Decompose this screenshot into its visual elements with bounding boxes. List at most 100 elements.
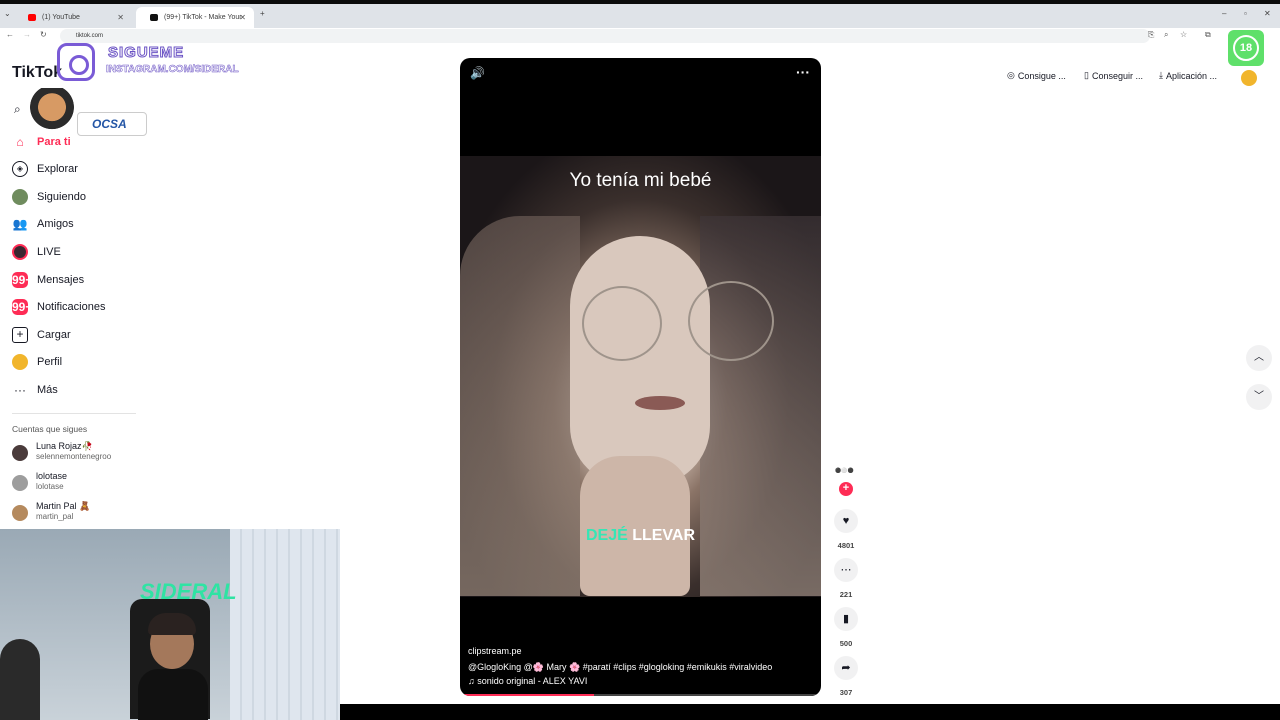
window-blinds: [230, 529, 340, 720]
extensions-icon[interactable]: ⧉: [1205, 30, 1211, 40]
heart-icon[interactable]: ♥: [834, 509, 858, 533]
like-count: 4801: [837, 541, 855, 550]
share-icon[interactable]: ➦: [834, 656, 858, 680]
age-18-badge: 18: [1228, 30, 1264, 66]
account-name: lolotase: [36, 471, 68, 481]
video-caption-top: Yo tenía mi bebé: [569, 170, 712, 191]
tab-youtube[interactable]: (1) YouTube ✕: [14, 7, 132, 28]
sidebar-item-label: Explorar: [37, 163, 78, 175]
forward-icon[interactable]: →: [23, 30, 31, 39]
account-handle: lolotase: [36, 482, 64, 491]
download-icon: ⤓: [1159, 70, 1163, 80]
follow-plus-button[interactable]: +: [839, 482, 853, 496]
tab-search-icon[interactable]: ⌄: [4, 9, 11, 18]
sidebar-item-amigos[interactable]: 👥 Amigos: [12, 213, 142, 235]
sidebar-item-siguiendo[interactable]: Siguiendo: [12, 186, 142, 208]
address-bar-row: ← → ↻ tiktok.com ⎘ ⌕ ☆ ⧉: [0, 28, 1280, 44]
next-video-button[interactable]: ﹀: [1246, 384, 1272, 410]
video-description[interactable]: @GlogloKing @🌸 Mary 🌸 #paratí #clips #gl…: [468, 662, 772, 673]
sidebar-item-explorar[interactable]: ◈ Explorar: [12, 158, 142, 180]
new-tab-button[interactable]: +: [260, 9, 265, 18]
sidebar-item-label: Amigos: [37, 218, 74, 230]
video-hand: [580, 456, 690, 596]
share-count: 307: [839, 688, 853, 697]
notifications-icon: 99+: [12, 299, 33, 315]
sidebar-item-label: Notificaciones: [37, 301, 106, 313]
top-action-label: Consigue ...: [1017, 70, 1066, 81]
account-name: Luna Rojaz🥀: [36, 441, 93, 451]
get-app-button[interactable]: ▯ Conseguir ...: [1084, 70, 1143, 81]
streamer-webcam: SIDERAL: [0, 529, 340, 720]
close-icon[interactable]: ✕: [239, 7, 246, 28]
sidebar-item-mas[interactable]: ··· Más: [12, 379, 142, 401]
video-progress-bar[interactable]: [460, 694, 821, 696]
account-handle: martin_pal: [36, 512, 74, 521]
url-field[interactable]: tiktok.com: [60, 29, 1150, 43]
streamer-hair: [148, 613, 196, 635]
video-caption-bottom: DEJÉ LLEVAR: [460, 527, 821, 545]
phone-icon: ▯: [1084, 70, 1089, 80]
video-lips: [635, 396, 685, 410]
creator-avatar[interactable]: ⚫⚪⚫: [835, 468, 857, 480]
minimize-button[interactable]: –: [1222, 9, 1226, 18]
comment-count: 221: [839, 590, 853, 599]
reload-icon[interactable]: ↻: [40, 30, 47, 39]
tab-tiktok[interactable]: (99+) TikTok - Make Your Day ✕: [136, 7, 254, 42]
bookmark-star-icon[interactable]: ☆: [1180, 30, 1187, 39]
streamer-body: [138, 669, 208, 720]
zoom-icon[interactable]: ⌕: [1164, 30, 1168, 40]
sidebar-item-perfil[interactable]: Perfil: [12, 351, 142, 373]
following-account[interactable]: Martin Pal 🧸 martin_pal: [12, 501, 152, 525]
close-window-button[interactable]: ✕: [1264, 9, 1271, 18]
tiktok-logo[interactable]: TikTok: [12, 64, 62, 82]
sidebar-item-para-ti[interactable]: ⌂ Para ti: [12, 131, 142, 153]
comment-icon[interactable]: ⋯: [834, 558, 858, 582]
video-sound[interactable]: ♫ sonido original - ALEX YAVI: [468, 676, 587, 686]
bottom-bar: [340, 704, 1280, 720]
caption-rest: LLEVAR: [627, 527, 696, 544]
avatar: [12, 445, 28, 461]
home-icon: ⌂: [16, 135, 24, 149]
overlay-follow-text: SIGUEME: [107, 44, 185, 62]
caption-highlight: DEJÉ: [585, 527, 628, 544]
friends-icon: 👥: [12, 217, 28, 231]
account-name: Martin Pal 🧸: [36, 501, 91, 511]
get-coins-button[interactable]: ◎ Consigue ...: [1007, 70, 1066, 81]
bookmark-icon[interactable]: ▮: [834, 607, 858, 631]
video-glasses-right: [688, 281, 774, 361]
sidebar-item-label: Mensajes: [37, 274, 85, 286]
maximize-button[interactable]: ▫: [1244, 9, 1247, 18]
age-18-label: 18: [1233, 35, 1259, 61]
user-avatar[interactable]: [1241, 70, 1257, 86]
video-player[interactable]: 🔊 ··· Yo tenía mi bebé DEJÉ LLEVAR clips…: [460, 58, 821, 696]
second-person: [0, 639, 40, 720]
sidebar-item-cargar[interactable]: + Cargar: [12, 324, 142, 346]
search-icon[interactable]: ⌕: [14, 102, 21, 117]
streamer-cartoon-avatar: [30, 88, 74, 136]
sidebar-item-label: Siguiendo: [37, 191, 86, 203]
previous-video-button[interactable]: ︿: [1246, 345, 1272, 371]
following-account[interactable]: lolotase lolotase: [12, 471, 152, 495]
video-source[interactable]: clipstream.pe: [468, 646, 522, 656]
sidebar-divider: [12, 413, 136, 414]
back-icon[interactable]: ←: [6, 30, 14, 39]
sidebar-item-notificaciones[interactable]: 99+ Notificaciones: [12, 296, 142, 318]
video-face: [570, 236, 710, 486]
more-options-icon[interactable]: ···: [796, 64, 810, 80]
install-app-icon[interactable]: ⎘: [1148, 30, 1154, 40]
volume-icon[interactable]: 🔊: [470, 66, 485, 80]
sidebar-item-label: Perfil: [37, 356, 63, 368]
sidebar-item-mensajes[interactable]: 99+ Mensajes: [12, 269, 142, 291]
desktop-app-button[interactable]: ⤓ Aplicación ...: [1159, 70, 1217, 81]
sidebar-item-label: Para ti: [37, 136, 71, 148]
webcam-logo: SIDERAL: [140, 579, 237, 604]
avatar: [12, 505, 28, 521]
profile-icon: [12, 354, 28, 370]
sidebar-item-live[interactable]: LIVE: [12, 241, 142, 263]
following-account[interactable]: Luna Rojaz🥀 selennemontenegroo: [12, 441, 152, 465]
close-icon[interactable]: ✕: [117, 7, 124, 28]
instagram-icon: [57, 43, 95, 81]
progress-fill: [460, 694, 594, 696]
youtube-favicon-icon: [28, 14, 36, 21]
compass-icon: ◈: [12, 161, 28, 177]
